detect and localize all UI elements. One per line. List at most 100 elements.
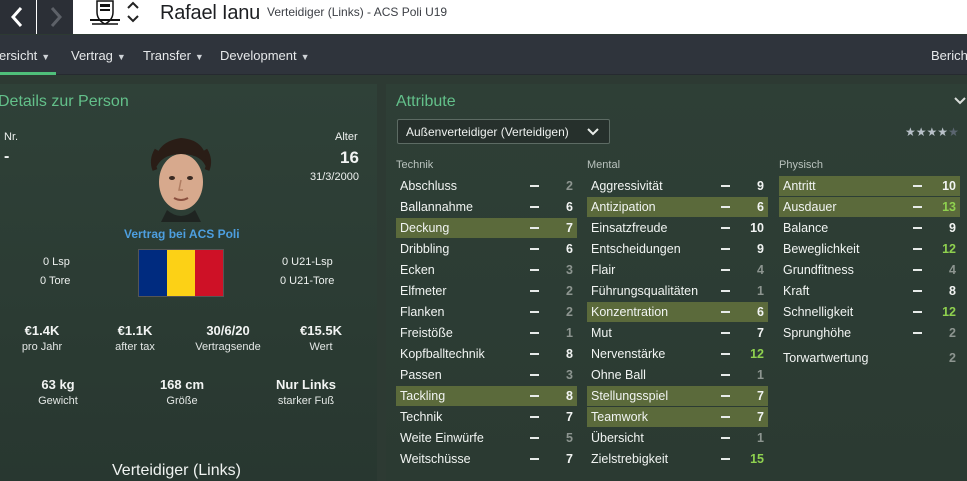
attribute-name: Dribbling xyxy=(400,242,450,256)
tab-contract-label: Vertrag xyxy=(71,48,113,63)
attribute-row[interactable]: Aggressivität 9 xyxy=(587,176,768,196)
switch-player-icon[interactable] xyxy=(125,0,141,34)
attribute-name: Sprunghöhe xyxy=(783,326,852,340)
attribute-value: 7 xyxy=(757,410,764,424)
star-icon: ★ xyxy=(926,125,938,139)
tab-development[interactable]: Development ▼ xyxy=(220,48,310,63)
tab-transfer[interactable]: Transfer ▼ xyxy=(143,48,204,63)
flag-stripe-yellow xyxy=(167,250,195,296)
attribute-row[interactable]: Dribbling 6 xyxy=(396,239,577,259)
attribute-row[interactable]: Führungsqualitäten 1 xyxy=(587,281,768,301)
attribute-row[interactable]: Stellungsspiel 7 xyxy=(587,386,768,406)
attribute-value: 2 xyxy=(949,326,956,340)
attribute-row[interactable]: Abschluss 2 xyxy=(396,176,577,196)
attribute-row[interactable]: Flanken 2 xyxy=(396,302,577,322)
attribute-row[interactable]: Beweglichkeit 12 xyxy=(779,239,960,259)
tab-reports[interactable]: Berich xyxy=(931,48,967,63)
trend-neutral-icon xyxy=(721,248,730,250)
forward-button[interactable] xyxy=(37,0,73,34)
value-amount: €15.5K xyxy=(300,323,342,338)
trend-neutral-icon xyxy=(913,248,922,250)
attribute-row[interactable]: Ballannahme 6 xyxy=(396,197,577,217)
attribute-value: 1 xyxy=(757,284,764,298)
tab-overview[interactable]: ersicht ▼ xyxy=(0,48,50,63)
attribute-row[interactable]: Passen 3 xyxy=(396,365,577,385)
u21-goals-value: 0 U21-Tore xyxy=(280,275,335,287)
club-crest-icon[interactable] xyxy=(88,0,122,26)
attribute-name: Abschluss xyxy=(400,179,457,193)
attribute-value: 4 xyxy=(949,263,956,277)
attribute-row[interactable]: Freistöße 1 xyxy=(396,323,577,343)
attribute-row[interactable]: Kraft 8 xyxy=(779,281,960,301)
attribute-row[interactable]: Weite Einwürfe 5 xyxy=(396,428,577,448)
attribute-row[interactable]: Kopfballtechnik 8 xyxy=(396,344,577,364)
attribute-name: Teamwork xyxy=(591,410,648,424)
attribute-row[interactable]: Übersicht 1 xyxy=(587,428,768,448)
height-label: Größe xyxy=(166,395,198,407)
chevron-down-icon: ▼ xyxy=(194,52,204,62)
attribute-row[interactable]: Tackling 8 xyxy=(396,386,577,406)
attribute-row[interactable]: Grundfitness 4 xyxy=(779,260,960,280)
trend-neutral-icon xyxy=(530,206,539,208)
trend-neutral-icon xyxy=(530,437,539,439)
star-icon: ★ xyxy=(905,125,916,139)
tab-reports-label: Berich xyxy=(931,48,967,63)
back-button[interactable] xyxy=(0,0,36,34)
attribute-row[interactable]: Sprunghöhe 2 xyxy=(779,323,960,343)
attribute-row[interactable]: Schnelligkeit 12 xyxy=(779,302,960,322)
attribute-value: 7 xyxy=(757,326,764,340)
attribute-value: 9 xyxy=(757,242,764,256)
attribute-row[interactable]: Zielstrebigkeit 15 xyxy=(587,449,768,469)
star-icon: ★ xyxy=(948,125,959,139)
gk-rating-row[interactable]: Torwartwertung 2 xyxy=(779,348,960,368)
attribute-row[interactable]: Elfmeter 2 xyxy=(396,281,577,301)
contract-club-link[interactable]: Vertrag bei ACS Poli xyxy=(124,227,240,241)
attribute-row[interactable]: Flair 4 xyxy=(587,260,768,280)
attributes-title: Attribute xyxy=(396,93,456,110)
attribute-row[interactable]: Ausdauer 13 xyxy=(779,197,960,217)
attribute-row[interactable]: Ecken 3 xyxy=(396,260,577,280)
trend-neutral-icon xyxy=(913,227,922,229)
nationality-flag[interactable] xyxy=(138,249,224,297)
tab-overview-label: ersicht xyxy=(0,48,38,63)
attribute-row[interactable]: Einsatzfreude 10 xyxy=(587,218,768,238)
trend-neutral-icon xyxy=(913,206,922,208)
attribute-name: Schnelligkeit xyxy=(783,305,854,319)
attribute-row[interactable]: Deckung 7 xyxy=(396,218,577,238)
mental-header: Mental xyxy=(587,159,621,171)
trend-neutral-icon xyxy=(530,374,539,376)
trend-neutral-icon xyxy=(530,311,539,313)
attribute-value: 8 xyxy=(949,284,956,298)
chevron-down-icon[interactable] xyxy=(954,96,966,106)
attribute-row[interactable]: Mut 7 xyxy=(587,323,768,343)
attribute-row[interactable]: Weitschüsse 7 xyxy=(396,449,577,469)
trend-neutral-icon xyxy=(721,458,730,460)
attribute-row[interactable]: Ohne Ball 1 xyxy=(587,365,768,385)
attribute-row[interactable]: Konzentration 6 xyxy=(587,302,768,322)
trend-neutral-icon xyxy=(721,437,730,439)
attribute-value: 3 xyxy=(566,263,573,277)
trend-neutral-icon xyxy=(913,332,922,334)
attribute-row[interactable]: Balance 9 xyxy=(779,218,960,238)
attribute-row[interactable]: Nervenstärke 12 xyxy=(587,344,768,364)
attribute-name: Weitschüsse xyxy=(400,452,471,466)
attribute-name: Ballannahme xyxy=(400,200,473,214)
attribute-row[interactable]: Antizipation 6 xyxy=(587,197,768,217)
role-select[interactable]: Außenverteidiger (Verteidigen) xyxy=(397,119,610,144)
u21-caps-value: 0 U21-Lsp xyxy=(282,256,333,268)
attribute-value: 1 xyxy=(566,326,573,340)
attribute-value: 6 xyxy=(757,200,764,214)
attribute-name: Übersicht xyxy=(591,431,644,445)
attribute-row[interactable]: Entscheidungen 9 xyxy=(587,239,768,259)
attribute-name: Tackling xyxy=(400,389,446,403)
attribute-value: 12 xyxy=(942,305,956,319)
attribute-row[interactable]: Antritt 10 xyxy=(779,176,960,196)
tab-contract[interactable]: Vertrag ▼ xyxy=(71,48,126,63)
age-label: Alter xyxy=(335,131,358,143)
attribute-row[interactable]: Teamwork 7 xyxy=(587,407,768,427)
gk-rating-value: 2 xyxy=(949,351,956,365)
attribute-row[interactable]: Technik 7 xyxy=(396,407,577,427)
attribute-name: Konzentration xyxy=(591,305,669,319)
attribute-value: 1 xyxy=(757,368,764,382)
wage-after-tax-label: after tax xyxy=(115,341,155,353)
